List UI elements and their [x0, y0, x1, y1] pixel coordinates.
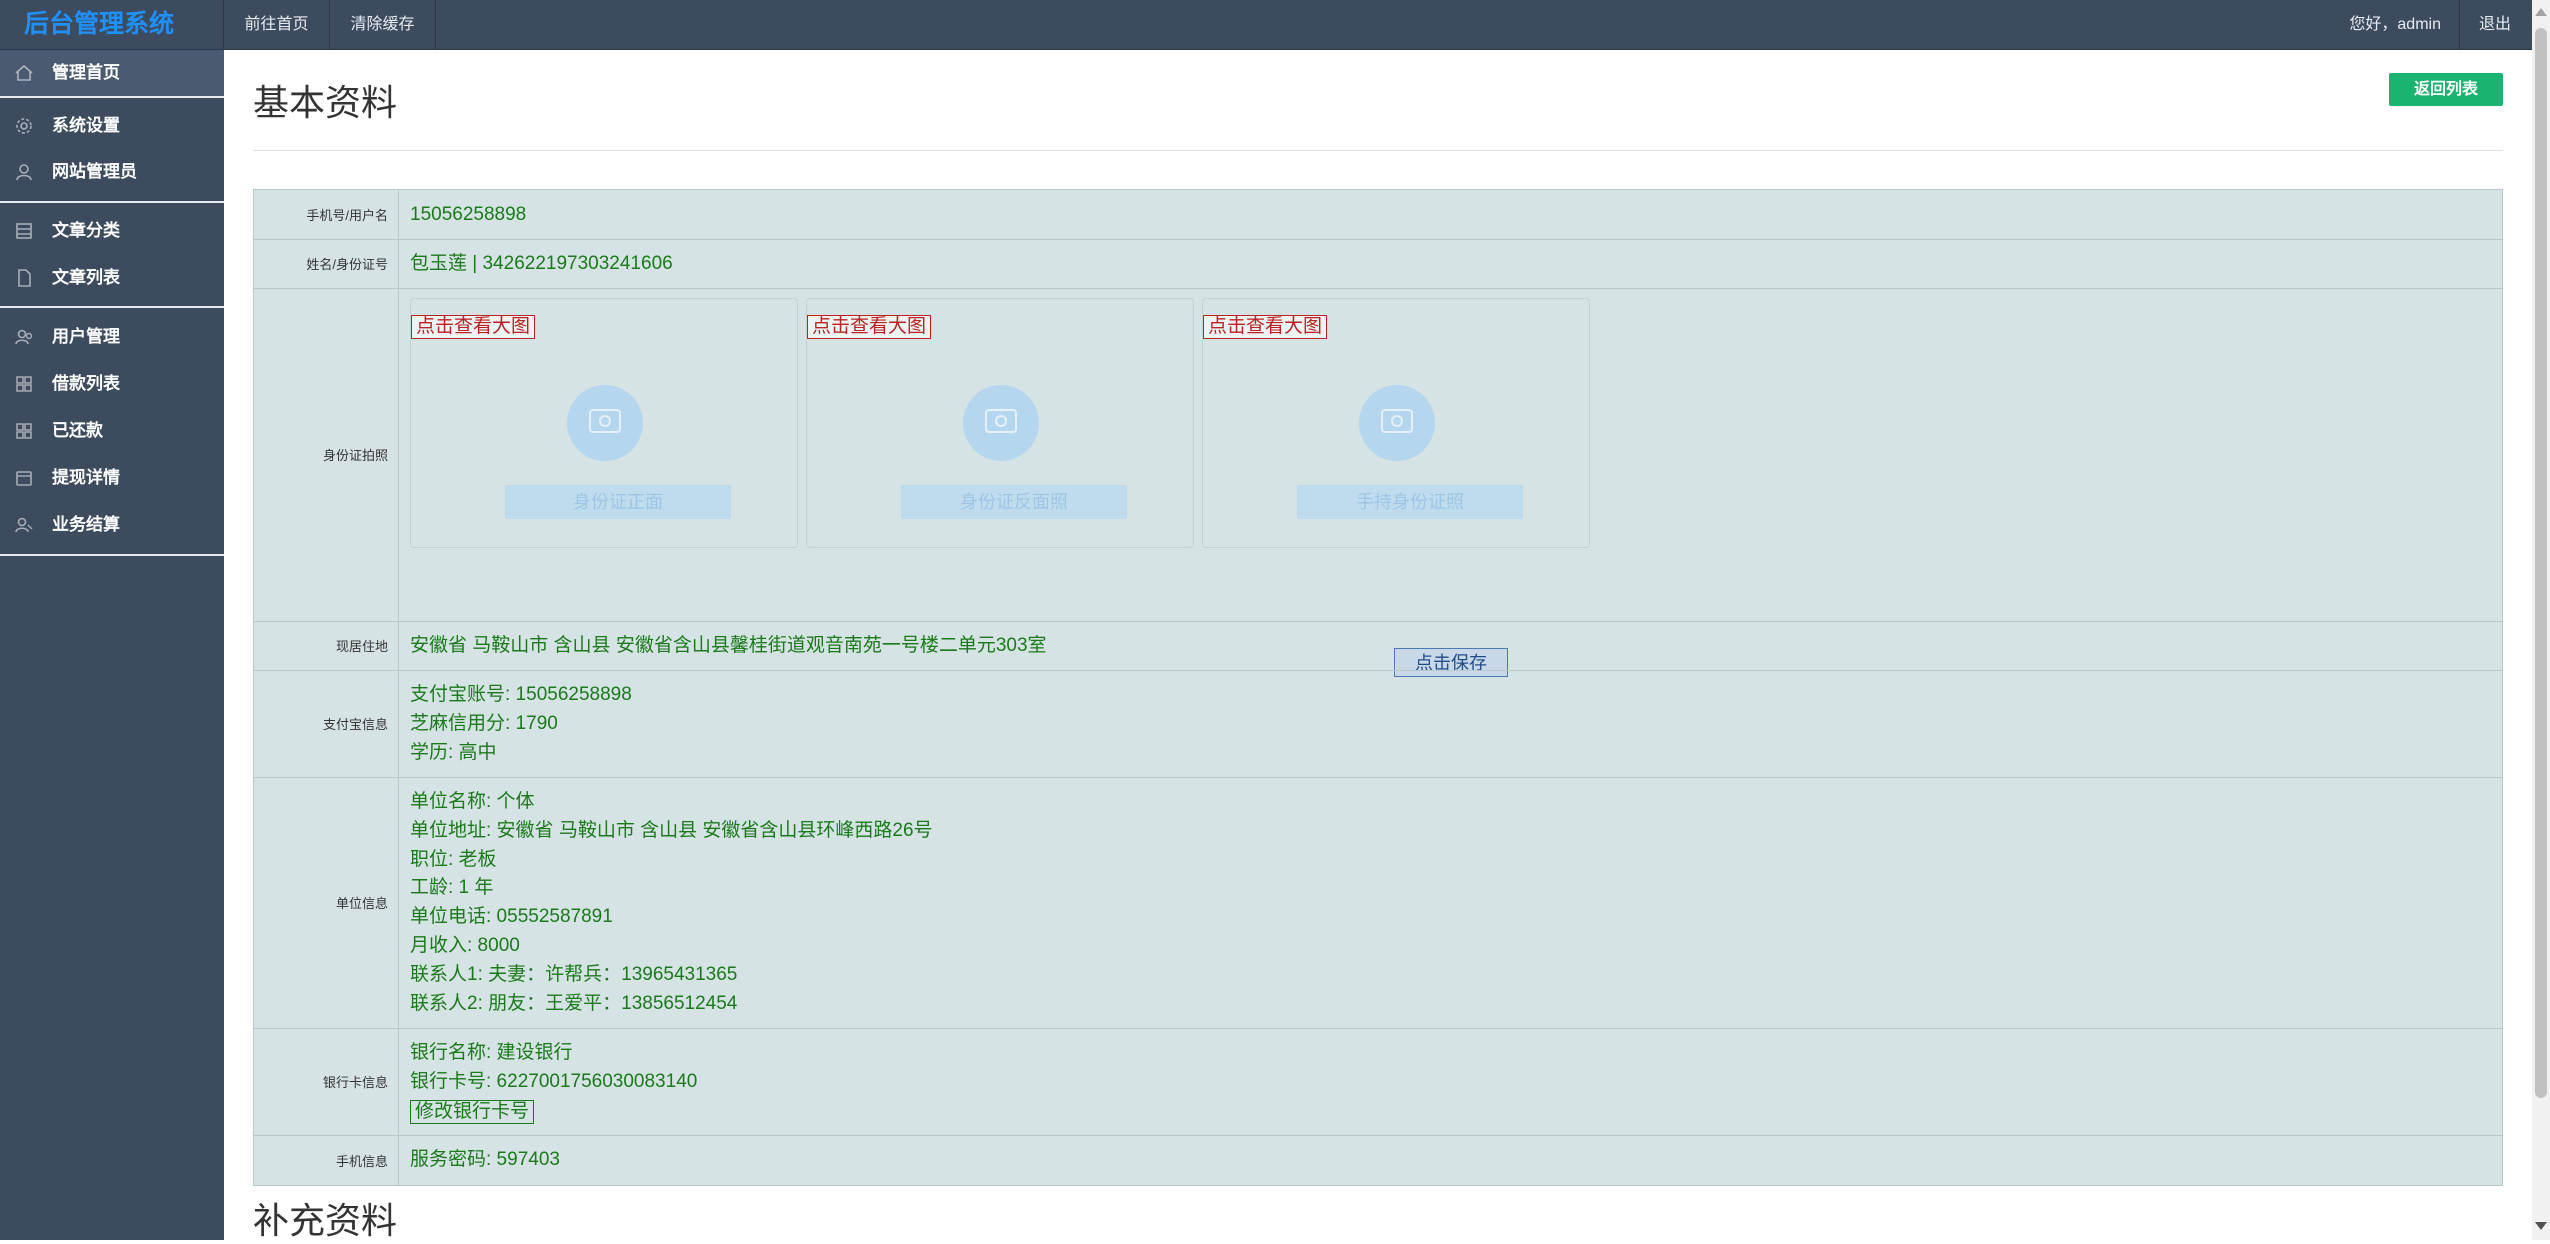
- scrollbar-thumb[interactable]: [2535, 28, 2547, 1098]
- sidebar-item-settings[interactable]: 系统设置: [0, 103, 224, 149]
- contact-2: 联系人2: 朋友：王爱平：13856512454: [410, 993, 738, 1014]
- row-label: 银行卡信息: [254, 1028, 399, 1135]
- users-icon: [15, 329, 33, 345]
- camera-icon[interactable]: [963, 385, 1039, 461]
- identity-value: 包玉莲 | 342622197303241606: [410, 253, 673, 274]
- row-id-photos: 身份证拍照 点击查看大图 身份证正面 点击查看大图 身份证反面照 点击查看大图 …: [254, 288, 2502, 677]
- contact-1: 联系人1: 夫妻：许帮兵：13965431365: [410, 964, 738, 985]
- row-identity: 姓名/身份证号 包玉莲 | 342622197303241606: [254, 239, 2502, 289]
- education: 学历: 高中: [410, 742, 497, 763]
- sidebar-item-label: 网站管理员: [52, 162, 137, 181]
- employer-phone: 单位电话: 05552587891: [410, 906, 613, 927]
- id-front-card: 点击查看大图 身份证正面: [410, 298, 798, 548]
- camera-icon[interactable]: [1359, 385, 1435, 461]
- scroll-down-arrow-icon[interactable]: [2535, 1222, 2547, 1230]
- job-title: 职位: 老板: [410, 849, 497, 870]
- document-icon: [18, 269, 31, 287]
- sidebar-item-label: 借款列表: [52, 374, 120, 393]
- title-divider: [253, 150, 2503, 151]
- row-label: 身份证拍照: [254, 288, 399, 621]
- phone-value: 15056258898: [410, 204, 527, 225]
- logout-link[interactable]: 退出: [2459, 0, 2530, 49]
- home-link[interactable]: 前往首页: [224, 0, 330, 49]
- employer-name: 单位名称: 个体: [410, 791, 535, 812]
- settlement-icon: [15, 517, 33, 533]
- scroll-up-arrow-icon[interactable]: [2535, 8, 2547, 16]
- id-handheld-caption[interactable]: 手持身份证照: [1297, 485, 1523, 519]
- clear-cache-link[interactable]: 清除缓存: [330, 0, 436, 49]
- row-alipay: 支付宝信息 支付宝账号: 15056258898 芝麻信用分: 1790 学历:…: [254, 670, 2502, 778]
- sidebar-item-label: 业务结算: [52, 515, 120, 534]
- grid-icon: [16, 376, 32, 392]
- sidebar-item-label: 文章列表: [52, 268, 120, 287]
- gear-icon: [16, 118, 32, 134]
- employer-address: 单位地址: 安徽省 马鞍山市 含山县 安徽省含山县环峰西路26号: [410, 820, 933, 841]
- service-password: 服务密码: 597403: [410, 1149, 560, 1170]
- sidebar-item-settlement[interactable]: 业务结算: [0, 502, 224, 548]
- supplement-title: 补充资料: [253, 1200, 398, 1241]
- row-label: 单位信息: [254, 777, 399, 1028]
- sidebar-item-repaid[interactable]: 已还款: [0, 408, 224, 454]
- bank-card-number: 银行卡号: 6227001756030083140: [410, 1071, 698, 1092]
- row-bank: 银行卡信息 银行名称: 建设银行 银行卡号: 62270017560300831…: [254, 1028, 2502, 1136]
- app-title: 后台管理系统: [0, 0, 224, 49]
- sidebar-item-label: 文章分类: [52, 221, 120, 240]
- row-label: 手机信息: [254, 1135, 399, 1185]
- id-back-card: 点击查看大图 身份证反面照: [806, 298, 1194, 548]
- sidebar-item-label: 提现详情: [52, 468, 120, 487]
- id-back-caption[interactable]: 身份证反面照: [901, 485, 1127, 519]
- page-title: 基本资料: [253, 82, 398, 123]
- category-icon: [16, 223, 32, 239]
- row-label: 现居住地: [254, 621, 399, 670]
- wallet-icon: [16, 471, 32, 486]
- monthly-income: 月收入: 8000: [410, 935, 520, 956]
- info-table: 手机号/用户名 15056258898 姓名/身份证号 包玉莲 | 342622…: [253, 189, 2503, 1186]
- sidebar-item-withdrawals[interactable]: 提现详情: [0, 455, 224, 501]
- row-label: 支付宝信息: [254, 670, 399, 777]
- credit-score: 芝麻信用分: 1790: [410, 713, 558, 734]
- row-employer: 单位信息 单位名称: 个体 单位地址: 安徽省 马鞍山市 含山县 安徽省含山县环…: [254, 777, 2502, 1029]
- back-to-list-button[interactable]: 返回列表: [2389, 73, 2503, 106]
- row-address: 现居住地 安徽省 马鞍山市 含山县 安徽省含山县馨桂街道观音南苑一号楼二单元30…: [254, 621, 2502, 671]
- id-front-caption[interactable]: 身份证正面: [505, 485, 731, 519]
- sidebar-divider: [0, 201, 224, 203]
- sidebar-divider: [0, 306, 224, 308]
- sidebar-item-admins[interactable]: 网站管理员: [0, 149, 224, 195]
- sidebar-item-dashboard[interactable]: 管理首页: [0, 50, 224, 96]
- row-mobile: 手机信息 服务密码: 597403: [254, 1135, 2502, 1185]
- years-of-service: 工龄: 1 年: [410, 877, 494, 898]
- view-large-image-link[interactable]: 点击查看大图: [1203, 315, 1328, 339]
- grid-icon: [16, 423, 32, 439]
- sidebar-divider: [0, 554, 224, 556]
- sidebar-item-articles[interactable]: 文章列表: [0, 255, 224, 301]
- user-greeting: 您好，admin: [2349, 16, 2441, 33]
- edit-bank-card-button[interactable]: 修改银行卡号: [410, 1100, 535, 1124]
- sidebar-item-label: 系统设置: [52, 116, 120, 135]
- row-label: 手机号/用户名: [254, 190, 399, 239]
- view-large-image-link[interactable]: 点击查看大图: [411, 315, 536, 339]
- alipay-account: 支付宝账号: 15056258898: [410, 684, 632, 705]
- row-label: 姓名/身份证号: [254, 239, 399, 288]
- sidebar-item-label: 已还款: [52, 421, 103, 440]
- address-value: 安徽省 马鞍山市 含山县 安徽省含山县馨桂街道观音南苑一号楼二单元303室: [410, 635, 1047, 656]
- view-large-image-link[interactable]: 点击查看大图: [807, 315, 932, 339]
- sidebar: 管理首页 系统设置 网站管理员 文章分类 文章列表 用户管理 借款列表 已还款 …: [0, 50, 224, 1240]
- sidebar-divider: [0, 96, 224, 98]
- row-phone: 手机号/用户名 15056258898: [254, 190, 2502, 240]
- camera-icon[interactable]: [567, 385, 643, 461]
- user-icon: [16, 164, 32, 181]
- sidebar-item-label: 用户管理: [52, 327, 120, 346]
- id-handheld-card: 点击查看大图 手持身份证照: [1202, 298, 1590, 548]
- bank-name: 银行名称: 建设银行: [410, 1042, 573, 1063]
- sidebar-item-loans[interactable]: 借款列表: [0, 361, 224, 407]
- sidebar-item-users[interactable]: 用户管理: [0, 314, 224, 360]
- top-bar: 后台管理系统 前往首页 清除缓存 您好，admin 退出: [0, 0, 2550, 50]
- sidebar-item-label: 管理首页: [52, 63, 120, 82]
- home-icon: [15, 64, 33, 81]
- sidebar-item-categories[interactable]: 文章分类: [0, 208, 224, 254]
